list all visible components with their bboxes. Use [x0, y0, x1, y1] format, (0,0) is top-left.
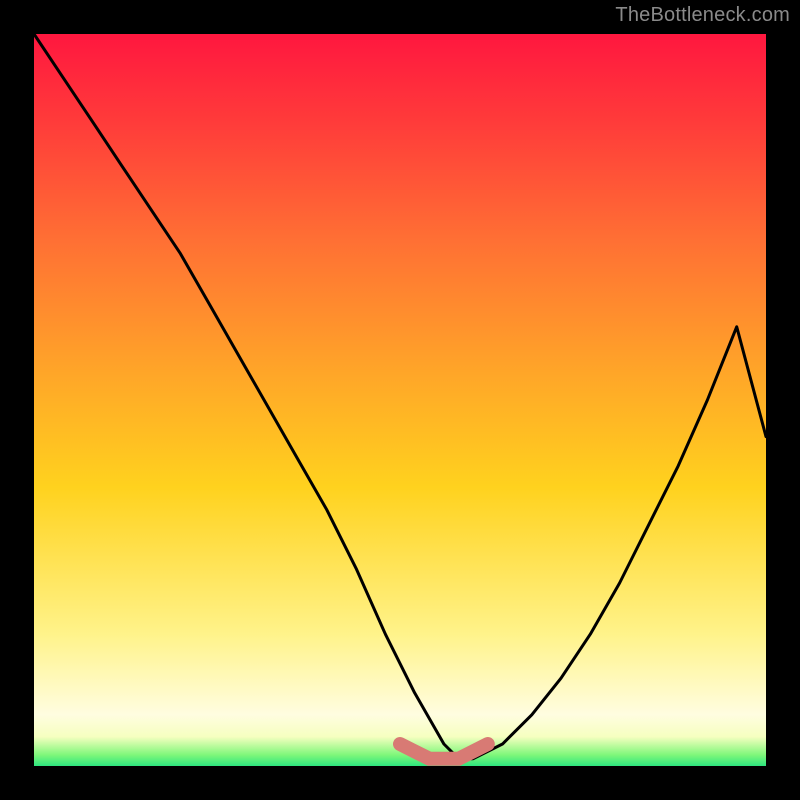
watermark-text: TheBottleneck.com [615, 4, 790, 27]
bottleneck-curve [34, 34, 766, 759]
plot-area [34, 34, 766, 766]
chart-frame: TheBottleneck.com [0, 0, 800, 800]
flat-bottom-segment [400, 744, 488, 759]
curve-svg [34, 34, 766, 766]
